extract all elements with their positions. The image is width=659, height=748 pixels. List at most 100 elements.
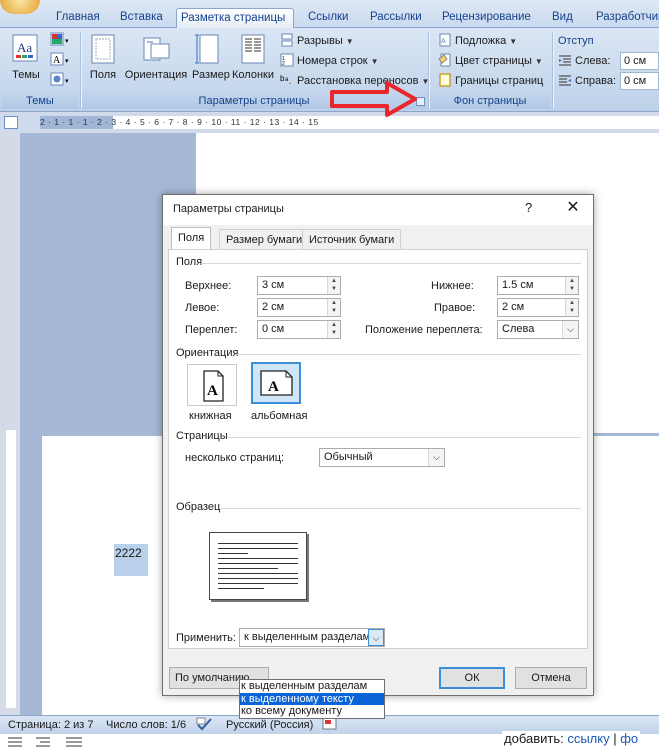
margins-label: Поля: [89, 69, 117, 81]
dialog-body: Поля Размер бумаги Источник бумаги Поля …: [163, 225, 593, 719]
right-margin-input[interactable]: 2 см ▲ ▼: [497, 298, 579, 317]
dropdown-option-whole-document[interactable]: ко всему документу: [240, 705, 384, 718]
svg-text:2: 2: [282, 61, 285, 67]
portrait-icon: A: [203, 370, 224, 402]
left-margin-input[interactable]: 2 см ▲ ▼: [257, 298, 341, 317]
gutter-input[interactable]: 0 см ▲ ▼: [257, 320, 341, 339]
footer-link-link[interactable]: ссылку: [567, 731, 609, 746]
language-status[interactable]: Русский (Россия): [226, 719, 313, 731]
dropdown-option-selected-text[interactable]: к выделенному тексту: [240, 692, 384, 705]
landscape-option[interactable]: A: [251, 362, 301, 404]
group-separator: [80, 32, 81, 108]
portrait-option[interactable]: A: [187, 364, 237, 406]
spin-arrows-icon[interactable]: ▲ ▼: [327, 321, 340, 338]
theme-effects-icon[interactable]: ▾: [50, 72, 72, 91]
chevron-down-icon[interactable]: ⌵: [368, 629, 384, 646]
tab-page-layout[interactable]: Разметка страницы: [176, 8, 294, 29]
spin-arrows-icon[interactable]: ▲ ▼: [327, 299, 340, 316]
page-borders-button[interactable]: Границы страниц: [438, 72, 543, 90]
tab-references[interactable]: Ссылки: [304, 8, 353, 28]
apply-to-select[interactable]: к выделенным разделам ⌵: [239, 628, 385, 647]
chevron-down-icon[interactable]: ⌵: [562, 321, 578, 338]
group-separator: [552, 32, 553, 108]
left-margin-value: 2 см: [262, 301, 285, 313]
theme-colors-icon[interactable]: ▾: [50, 32, 72, 51]
tab-review[interactable]: Рецензирование: [438, 8, 535, 28]
page-borders-icon: [438, 73, 452, 87]
tab-developer[interactable]: Разработчик: [592, 8, 659, 28]
indent-right-input[interactable]: 0 см: [620, 72, 659, 90]
orientation-section-title: Ориентация: [176, 347, 239, 359]
annotation-arrow-icon: [329, 80, 419, 121]
preview-line: [218, 568, 278, 569]
indent-left-icon: [558, 53, 572, 67]
columns-button[interactable]: Колонки: [230, 30, 276, 81]
tab-view[interactable]: Вид: [548, 8, 577, 28]
indent-left-input[interactable]: 0 см: [620, 52, 659, 70]
apply-to-value: к выделенным разделам: [244, 631, 371, 643]
footer-add-text: добавить: ссылку | фо: [502, 731, 641, 746]
themes-group-label: Темы: [2, 93, 78, 109]
line-numbers-label: Номера строк: [297, 55, 368, 67]
close-button[interactable]: ✕: [563, 197, 583, 217]
spellcheck-icon[interactable]: [196, 717, 214, 734]
cancel-button[interactable]: Отмена: [515, 667, 587, 689]
tab-mailings[interactable]: Рассылки: [366, 8, 426, 28]
svg-text:A: A: [268, 379, 279, 395]
selected-text[interactable]: 2222: [114, 544, 148, 576]
gutter-label: Переплет:: [185, 324, 238, 336]
page-color-button[interactable]: Цвет страницы ▼: [438, 52, 543, 70]
tab-paper-size[interactable]: Размер бумаги: [219, 229, 310, 249]
office-button[interactable]: [0, 0, 40, 14]
theme-fonts-icon[interactable]: A ▾: [50, 52, 72, 71]
tab-home[interactable]: Главная: [52, 8, 104, 28]
margins-button[interactable]: Поля: [88, 30, 118, 81]
tab-paper-source[interactable]: Источник бумаги: [302, 229, 402, 249]
dropdown-option-selected-sections[interactable]: к выделенным разделам: [240, 680, 384, 693]
breaks-label: Разрывы: [297, 35, 343, 47]
top-margin-input[interactable]: 3 см ▲ ▼: [257, 276, 341, 295]
preview-section-title: Образец: [176, 501, 221, 513]
tab-insert[interactable]: Вставка: [116, 8, 167, 28]
orientation-icon: [141, 32, 171, 66]
spin-arrows-icon[interactable]: ▲ ▼: [565, 277, 578, 294]
word-count-status[interactable]: Число слов: 1/6: [106, 719, 186, 731]
gutter-position-select[interactable]: Слева ⌵: [497, 320, 579, 339]
footer-link-photo[interactable]: фо: [620, 731, 638, 746]
breaks-button[interactable]: Разрывы ▼: [280, 32, 354, 50]
multiple-pages-select[interactable]: Обычный ⌵: [319, 448, 445, 467]
page-background-group-label: Фон страницы: [430, 93, 550, 109]
size-button[interactable]: Размер: [192, 30, 230, 81]
dialog-title: Параметры страницы: [173, 203, 284, 215]
line-numbers-button[interactable]: 1 2 Номера строк ▼: [280, 52, 379, 70]
section-divider: [201, 263, 581, 264]
right-margin-label: Правое:: [434, 302, 476, 314]
landscape-label: альбомная: [251, 410, 308, 422]
themes-icon: Aa: [11, 32, 41, 66]
group-separator: [428, 32, 429, 108]
help-button[interactable]: ?: [525, 200, 532, 215]
spin-arrows-icon[interactable]: ▲ ▼: [565, 299, 578, 316]
themes-button[interactable]: Aa Темы: [8, 30, 44, 81]
tab-selector-button[interactable]: [4, 116, 18, 129]
tab-margins[interactable]: Поля: [171, 227, 212, 249]
orientation-button[interactable]: Ориентация: [124, 30, 188, 81]
vertical-ruler[interactable]: [6, 430, 16, 708]
chevron-down-icon[interactable]: ⌵: [428, 449, 444, 466]
gutter-position-label: Положение переплета:: [365, 324, 483, 336]
preview-line: [218, 583, 298, 584]
spin-arrows-icon[interactable]: ▲ ▼: [327, 277, 340, 294]
page-borders-label: Границы страниц: [455, 75, 544, 87]
ok-button[interactable]: ОК: [439, 667, 505, 689]
bottom-margin-input[interactable]: 1.5 см ▲ ▼: [497, 276, 579, 295]
watermark-button[interactable]: A Подложка ▼: [438, 32, 517, 50]
gutter-position-value: Слева: [502, 323, 535, 335]
macro-record-icon[interactable]: [322, 717, 338, 734]
size-label: Размер: [192, 69, 230, 81]
page-preview: [209, 532, 307, 600]
top-margin-label: Верхнее:: [185, 280, 232, 292]
page-count-status[interactable]: Страница: 2 из 7: [8, 719, 94, 731]
multiple-pages-label: несколько страниц:: [185, 452, 285, 464]
margins-section-title: Поля: [176, 256, 203, 268]
line-numbers-icon: 12: [280, 53, 294, 67]
